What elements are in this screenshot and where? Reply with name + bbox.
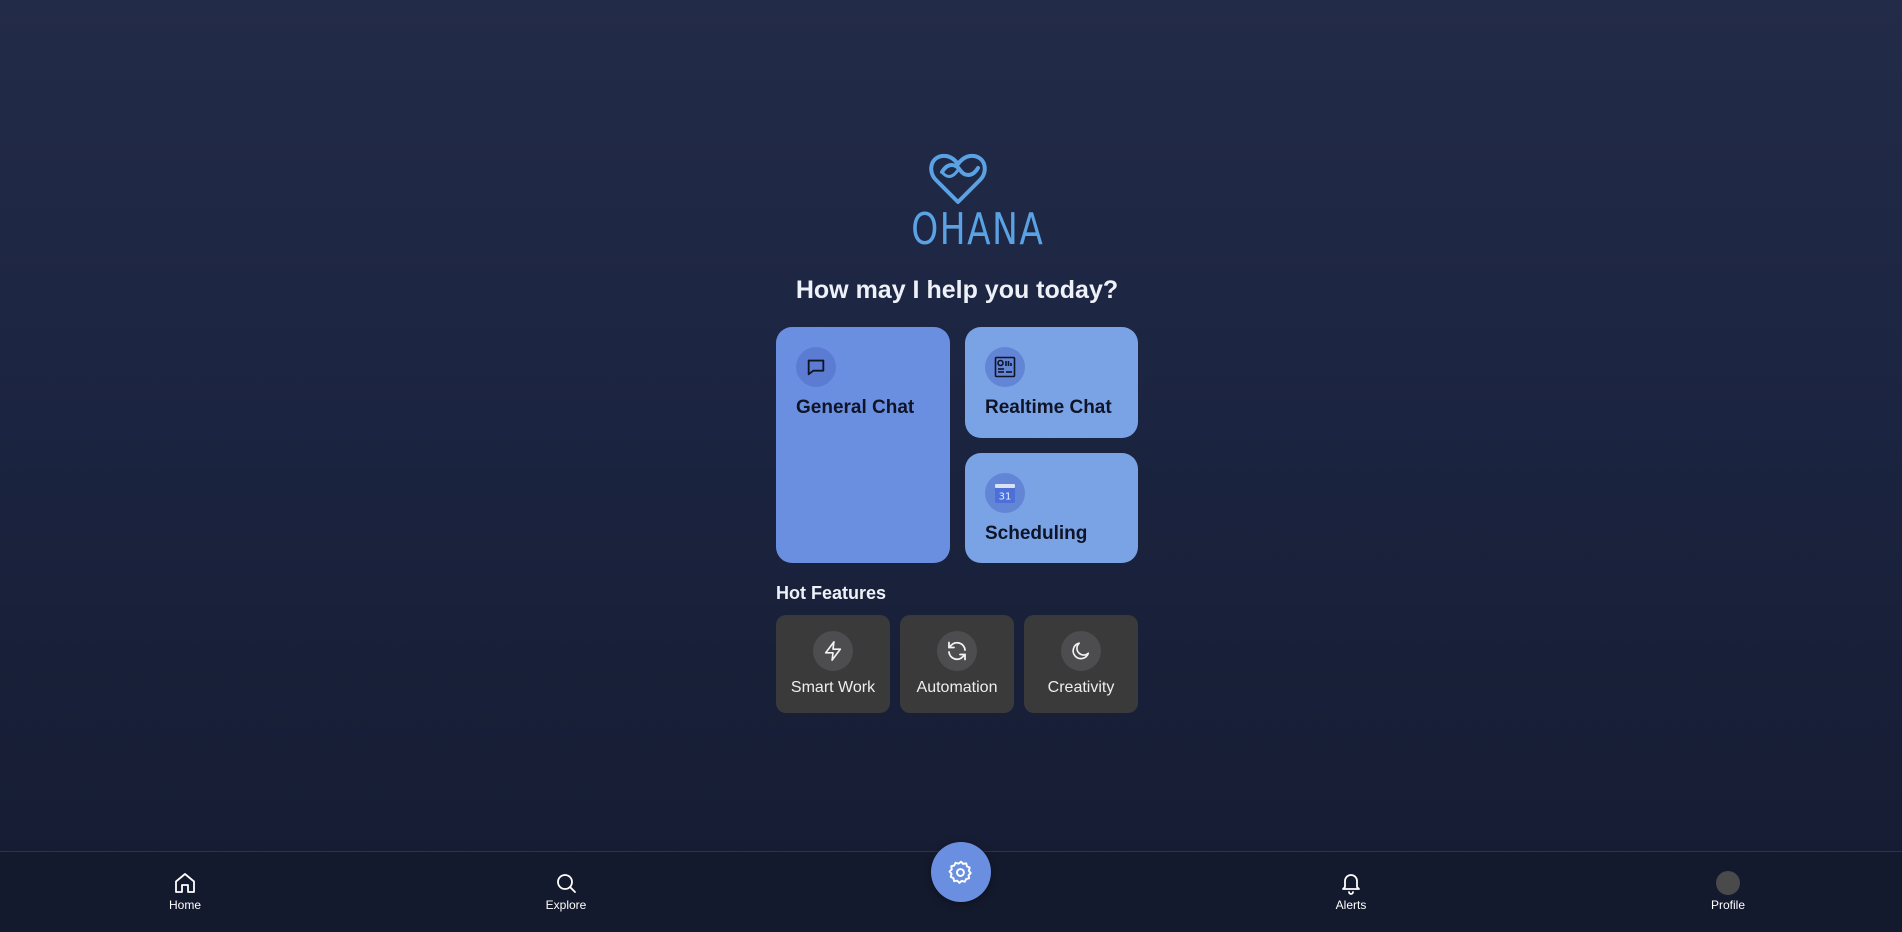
calendar-icon: 31 bbox=[985, 473, 1025, 513]
brand-name: OHANA bbox=[911, 204, 1045, 255]
feature-label: Smart Work bbox=[790, 679, 876, 696]
realtime-chat-card[interactable]: Realtime Chat bbox=[965, 327, 1138, 438]
scheduling-label: Scheduling bbox=[985, 523, 1088, 544]
nav-profile[interactable]: Profile bbox=[1678, 870, 1778, 912]
lightning-icon bbox=[813, 631, 853, 671]
brand-logo: OHANA bbox=[898, 150, 1045, 255]
feature-label: Creativity bbox=[1047, 679, 1115, 696]
nav-alerts[interactable]: Alerts bbox=[1301, 870, 1401, 912]
nav-explore-label: Explore bbox=[545, 898, 587, 912]
page-title: How may I help you today? bbox=[795, 276, 1119, 304]
chat-bubble-icon bbox=[796, 347, 836, 387]
feature-label: Automation bbox=[916, 679, 998, 696]
hot-features-title: Hot Features bbox=[776, 583, 887, 603]
gear-icon bbox=[948, 860, 972, 884]
avatar bbox=[1716, 871, 1740, 895]
general-chat-card[interactable]: General Chat bbox=[776, 327, 950, 563]
moon-icon bbox=[1061, 631, 1101, 671]
nav-alerts-label: Alerts bbox=[1335, 898, 1367, 912]
nav-explore[interactable]: Explore bbox=[516, 870, 616, 912]
scheduling-card[interactable]: 31 Scheduling bbox=[965, 453, 1138, 563]
feature-smart-work[interactable]: Smart Work bbox=[776, 615, 890, 713]
nav-home-label: Home bbox=[168, 898, 201, 912]
feature-automation[interactable]: Automation bbox=[900, 615, 1014, 713]
search-icon bbox=[516, 870, 616, 896]
nav-home[interactable]: Home bbox=[135, 870, 235, 912]
nav-profile-label: Profile bbox=[1710, 898, 1745, 912]
general-chat-label: General Chat bbox=[796, 397, 915, 418]
realtime-chat-icon bbox=[985, 347, 1025, 387]
bell-icon bbox=[1301, 870, 1401, 896]
feature-creativity[interactable]: Creativity bbox=[1024, 615, 1138, 713]
home-icon bbox=[135, 870, 235, 896]
realtime-chat-label: Realtime Chat bbox=[985, 397, 1112, 418]
settings-fab[interactable] bbox=[931, 842, 991, 902]
refresh-icon bbox=[937, 631, 977, 671]
calendar-day: 31 bbox=[999, 492, 1012, 503]
